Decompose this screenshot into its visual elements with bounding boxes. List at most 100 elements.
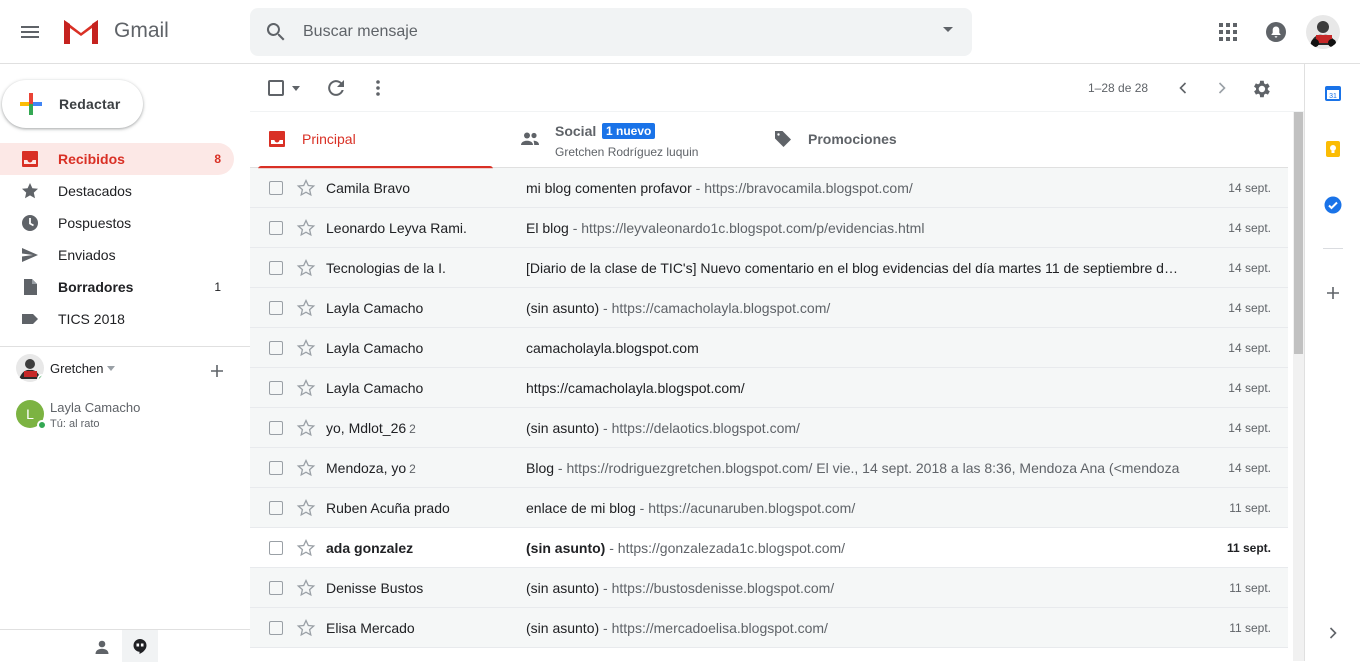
chevron-down-icon[interactable]: [107, 365, 116, 371]
sender-name: Mendoza, yo: [326, 460, 407, 476]
star-icon[interactable]: [296, 218, 316, 238]
main-menu-icon[interactable]: [18, 20, 42, 44]
star-icon[interactable]: [296, 618, 316, 638]
hangouts-user[interactable]: Gretchen: [16, 354, 116, 382]
email-snippet: - https://mercadoelisa.blogspot.com/: [599, 620, 828, 636]
email-row[interactable]: yo, Mdlot_26 2 (sin asunto) - https://dela…: [250, 408, 1288, 448]
search-options-icon[interactable]: [942, 26, 954, 34]
star-icon[interactable]: [296, 378, 316, 398]
new-conversation-plus-icon[interactable]: [208, 362, 226, 380]
email-row[interactable]: Ruben Acuña prado enlace de mi blog - htt…: [250, 488, 1288, 528]
row-checkbox[interactable]: [269, 461, 283, 475]
people-icon: [520, 131, 540, 147]
email-row[interactable]: Elisa Mercado (sin asunto) - https://merc…: [250, 608, 1288, 648]
select-all-checkbox[interactable]: [268, 80, 284, 96]
sidebar-item-tics-2018[interactable]: TICS 2018: [0, 303, 234, 335]
email-row[interactable]: Layla Camacho camacholayla.blogspot.com 14…: [250, 328, 1288, 368]
contact-initial: L: [26, 406, 34, 422]
sidebar-item-sent[interactable]: Enviados: [0, 239, 234, 271]
tab-social[interactable]: Social 1 nuevo Gretchen Rodríguez luquin: [508, 112, 744, 168]
star-icon[interactable]: [296, 338, 316, 358]
email-row[interactable]: Layla Camacho https://camacholayla.blogsp…: [250, 368, 1288, 408]
star-icon[interactable]: [296, 178, 316, 198]
email-content: (sin asunto) - https://bustosdenisse.blo…: [526, 580, 1180, 596]
email-sender: Layla Camacho: [326, 380, 516, 396]
email-row[interactable]: Mendoza, yo 2 Blog - https://rodriguezgret…: [250, 448, 1288, 488]
keep-icon[interactable]: [1324, 140, 1342, 158]
gear-icon[interactable]: [1250, 78, 1272, 100]
refresh-icon[interactable]: [326, 78, 346, 98]
hangouts-contact[interactable]: L Layla Camacho Tú: al rato: [16, 400, 140, 430]
sidebar-item-label: TICS 2018: [58, 311, 125, 327]
row-checkbox[interactable]: [269, 301, 283, 315]
email-list: Camila Bravo mi blog comenten profavor - …: [250, 168, 1288, 648]
sender-name: ada gonzalez: [326, 540, 414, 556]
row-checkbox[interactable]: [269, 341, 283, 355]
star-icon[interactable]: [296, 418, 316, 438]
star-icon[interactable]: [296, 458, 316, 478]
row-checkbox[interactable]: [269, 541, 283, 555]
email-date: 14 sept.: [1228, 261, 1271, 275]
person-icon[interactable]: [94, 639, 110, 655]
sidebar-item-starred[interactable]: Destacados: [0, 175, 234, 207]
compose-button[interactable]: Redactar: [2, 80, 143, 128]
tab-promociones[interactable]: Promociones: [756, 112, 992, 168]
star-icon[interactable]: [296, 578, 316, 598]
row-checkbox[interactable]: [269, 381, 283, 395]
row-checkbox[interactable]: [269, 221, 283, 235]
email-date: 11 sept.: [1229, 621, 1271, 635]
email-content: enlace de mi blog - https://acunaruben.b…: [526, 500, 1180, 516]
row-checkbox[interactable]: [269, 501, 283, 515]
sidebar-item-label: Destacados: [58, 183, 132, 199]
email-content: https://camacholayla.blogspot.com/: [526, 380, 1180, 396]
select-caret-down-icon[interactable]: [292, 86, 300, 91]
hangouts-icon[interactable]: [122, 630, 158, 662]
tab-principal[interactable]: Principal: [250, 112, 493, 169]
expand-panel-chevron-right-icon[interactable]: [1324, 624, 1342, 642]
email-date: 14 sept.: [1228, 221, 1271, 235]
search-bar[interactable]: [250, 8, 972, 56]
row-checkbox[interactable]: [269, 581, 283, 595]
row-checkbox[interactable]: [269, 621, 283, 635]
scrollbar-thumb[interactable]: [1294, 112, 1303, 354]
email-sender: Denisse Bustos: [326, 580, 516, 596]
star-icon[interactable]: [296, 298, 316, 318]
add-addon-plus-icon[interactable]: [1324, 284, 1342, 302]
scrollbar[interactable]: [1293, 112, 1304, 661]
chevron-left-icon[interactable]: [1173, 78, 1193, 98]
email-date: 14 sept.: [1228, 421, 1271, 435]
email-row[interactable]: ada gonzalez (sin asunto) - https://gonza…: [250, 528, 1288, 568]
sidebar-item-label: Pospuestos: [58, 215, 132, 231]
more-options-icon[interactable]: [368, 78, 388, 98]
chevron-right-icon[interactable]: [1212, 78, 1232, 98]
email-row[interactable]: Leonardo Leyva Rami. El blog - https://le…: [250, 208, 1288, 248]
star-icon[interactable]: [296, 258, 316, 278]
star-icon[interactable]: [296, 498, 316, 518]
contact-last-message: Tú: al rato: [50, 418, 100, 430]
email-content: camacholayla.blogspot.com: [526, 340, 1180, 356]
notifications-icon[interactable]: [1264, 20, 1288, 44]
apps-grid-icon[interactable]: [1216, 20, 1240, 44]
row-checkbox[interactable]: [269, 421, 283, 435]
calendar-icon[interactable]: 31: [1324, 84, 1342, 102]
star-icon[interactable]: [296, 538, 316, 558]
email-row[interactable]: Tecnologias de la I. [Diario de la clase …: [250, 248, 1288, 288]
email-row[interactable]: Denisse Bustos (sin asunto) - https://bus…: [250, 568, 1288, 608]
row-checkbox[interactable]: [269, 181, 283, 195]
sidebar-item-drafts[interactable]: Borradores 1: [0, 271, 234, 303]
label-icon: [21, 310, 39, 328]
account-avatar[interactable]: [1306, 15, 1340, 49]
email-date: 11 sept.: [1226, 541, 1271, 555]
search-input[interactable]: [303, 20, 903, 44]
email-content: (sin asunto) - https://delaotics.blogspo…: [526, 420, 1180, 436]
contact-name: Layla Camacho: [50, 400, 141, 415]
email-sender: Ruben Acuña prado: [326, 500, 516, 516]
row-checkbox[interactable]: [269, 261, 283, 275]
email-row[interactable]: Layla Camacho (sin asunto) - https://cama…: [250, 288, 1288, 328]
sidebar-item-snoozed[interactable]: Pospuestos: [0, 207, 234, 239]
gmail-logo[interactable]: Gmail: [62, 16, 169, 46]
sidebar-item-inbox[interactable]: Recibidos 8: [0, 143, 234, 175]
tasks-icon[interactable]: [1324, 196, 1342, 214]
search-icon[interactable]: [264, 20, 288, 44]
email-row[interactable]: Camila Bravo mi blog comenten profavor - …: [250, 168, 1288, 208]
